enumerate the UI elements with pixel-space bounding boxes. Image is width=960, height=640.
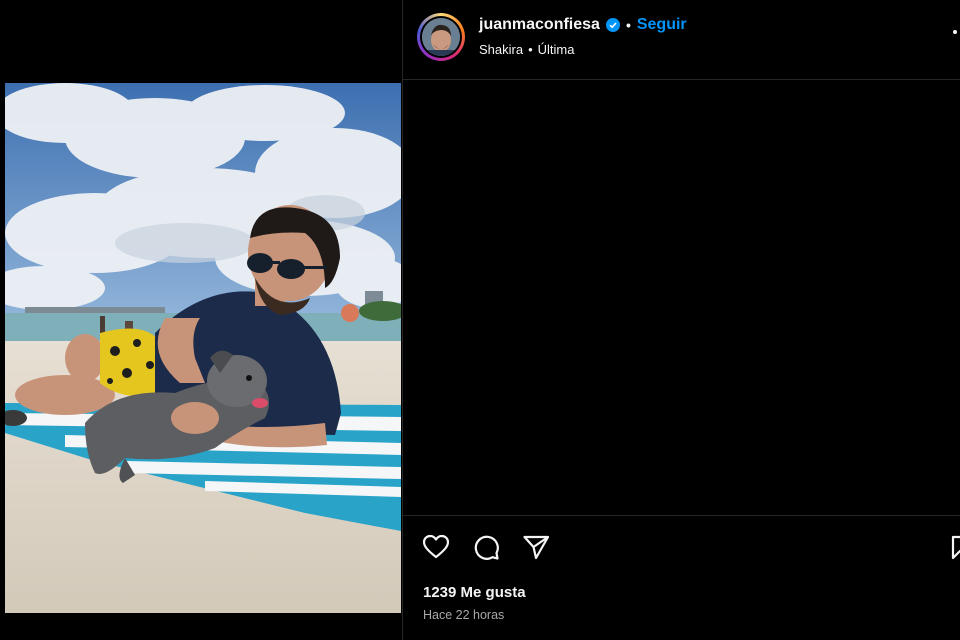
heart-icon [422, 534, 450, 559]
comment-button[interactable] [471, 532, 501, 562]
avatar[interactable] [420, 16, 462, 58]
audio-separator: • [528, 42, 533, 57]
audio-track[interactable]: Última [538, 42, 575, 57]
user-row: juanmaconfiesa • Seguir [479, 16, 687, 34]
share-button[interactable] [521, 532, 551, 562]
username-link[interactable]: juanmaconfiesa [479, 16, 600, 34]
photo-pane [0, 0, 402, 640]
post-photo[interactable] [5, 83, 401, 613]
likes-count[interactable]: 1239 Me gusta [423, 584, 526, 601]
post-actions: 1239 Me gusta Hace 22 horas [403, 515, 960, 640]
bookmark-icon [951, 535, 960, 560]
more-options-icon[interactable] [953, 30, 957, 34]
post-header: juanmaconfiesa • Seguir Shakira • Última [403, 0, 960, 80]
verified-badge-icon [605, 18, 620, 32]
comment-icon [474, 535, 499, 560]
share-icon [523, 535, 550, 560]
follow-button[interactable]: Seguir [637, 16, 687, 34]
post-details-pane: juanmaconfiesa • Seguir Shakira • Última [402, 0, 960, 640]
avatar-face-illustration [422, 18, 460, 56]
save-button[interactable] [951, 532, 960, 562]
comments-area [403, 81, 960, 515]
avatar-story-ring[interactable] [417, 13, 465, 61]
action-icons [421, 532, 551, 562]
audio-info[interactable]: Shakira • Última [479, 42, 574, 57]
avatar-image[interactable] [422, 18, 460, 56]
beach-photo-illustration [5, 83, 401, 613]
post-timestamp[interactable]: Hace 22 horas [423, 608, 504, 622]
like-button[interactable] [421, 532, 451, 562]
audio-artist[interactable]: Shakira [479, 42, 523, 57]
separator-dot: • [625, 17, 631, 33]
